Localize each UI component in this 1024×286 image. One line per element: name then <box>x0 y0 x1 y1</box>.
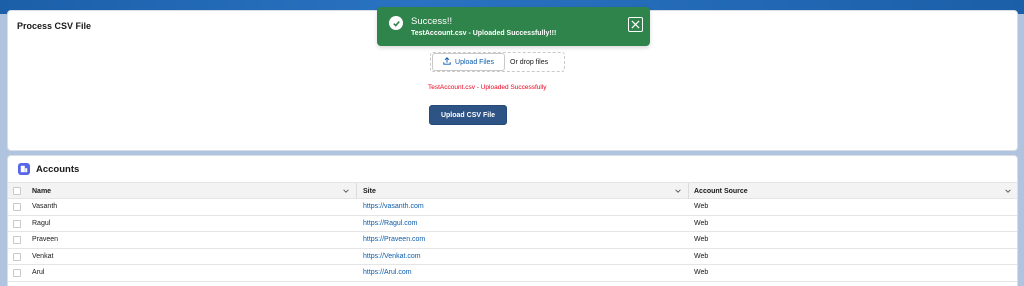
column-header-account-source[interactable]: Account Source <box>694 183 748 199</box>
account-source: Web <box>694 219 709 227</box>
account-name: Ragul <box>32 219 51 227</box>
accounts-header: Accounts <box>18 162 79 176</box>
account-site-link[interactable]: https://Arul.com <box>363 269 412 276</box>
account-source: Web <box>694 252 709 260</box>
upload-files-label: Upload Files <box>455 58 494 66</box>
account-site-link[interactable]: https://Ragul.com <box>363 220 417 227</box>
table-row[interactable]: Arul https://Arul.com Web <box>8 265 1017 282</box>
account-source: Web <box>694 236 709 243</box>
upload-status-message: TestAccount.csv - Uploaded Successfully <box>428 84 547 91</box>
table-header: Name Site Account Source <box>8 182 1017 199</box>
toast-heading: Success!! <box>411 16 453 27</box>
accounts-card: Accounts Name Site Account Source Vasant… <box>7 155 1018 286</box>
column-divider[interactable] <box>688 183 689 199</box>
file-dropzone[interactable]: Upload Files Or drop files <box>430 52 565 72</box>
account-site-link[interactable]: https://Praveen.com <box>363 236 425 243</box>
select-all-checkbox[interactable] <box>13 187 21 195</box>
success-check-icon <box>389 16 403 30</box>
account-site-link[interactable]: https://vasanth.com <box>363 203 424 210</box>
column-divider[interactable] <box>356 183 357 199</box>
column-header-name[interactable]: Name <box>32 183 51 199</box>
account-name: Vasanth <box>32 203 58 210</box>
row-checkbox[interactable] <box>13 203 21 211</box>
chevron-down-icon[interactable] <box>674 183 682 199</box>
card-title: Process CSV File <box>17 21 92 31</box>
upload-files-button[interactable]: Upload Files <box>432 53 505 71</box>
column-header-site[interactable]: Site <box>363 183 376 199</box>
row-checkbox[interactable] <box>13 236 21 244</box>
toast-message: TestAccount.csv - Uploaded Successfully!… <box>411 30 557 37</box>
drop-files-text: Or drop files <box>510 58 549 66</box>
accounts-table: Name Site Account Source Vasanth https:/… <box>8 182 1017 282</box>
row-checkbox[interactable] <box>13 269 21 277</box>
toast-close-icon[interactable] <box>628 17 643 32</box>
upload-csv-button[interactable]: Upload CSV File <box>429 105 507 125</box>
table-row[interactable]: Praveen https://Praveen.com Web <box>8 232 1017 249</box>
account-name: Praveen <box>32 236 59 243</box>
table-row[interactable]: Vasanth https://vasanth.com Web <box>8 199 1017 216</box>
upload-icon <box>443 57 451 67</box>
accounts-title: Accounts <box>36 163 80 175</box>
table-row[interactable]: Ragul https://Ragul.com Web <box>8 216 1017 232</box>
account-source: Web <box>694 203 709 210</box>
account-source: Web <box>694 269 709 276</box>
row-checkbox[interactable] <box>13 252 21 261</box>
chevron-down-icon[interactable] <box>1004 183 1012 199</box>
account-site-link[interactable]: https://Venkat.com <box>363 253 421 260</box>
row-checkbox[interactable] <box>13 219 21 228</box>
table-row[interactable]: Venkat https://Venkat.com Web <box>8 249 1017 265</box>
account-name: Arul <box>32 269 45 276</box>
accounts-icon <box>18 163 30 175</box>
chevron-down-icon[interactable] <box>342 183 350 199</box>
success-toast: Success!! TestAccount.csv - Uploaded Suc… <box>377 7 650 46</box>
account-name: Venkat <box>32 252 54 260</box>
